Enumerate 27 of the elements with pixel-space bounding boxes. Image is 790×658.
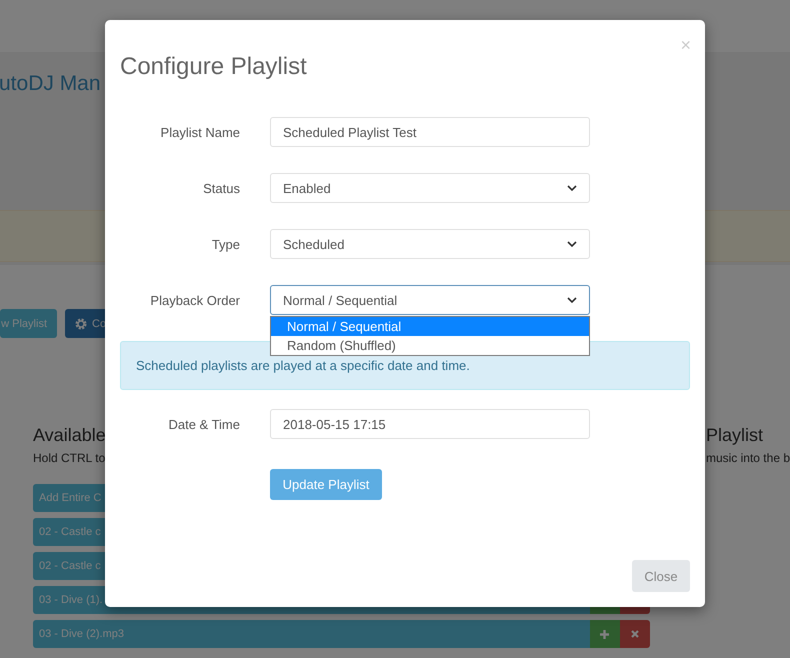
modal-title: Configure Playlist (120, 52, 308, 81)
chevron-icon (567, 185, 577, 191)
dropdown-option[interactable]: Normal / Sequential (271, 317, 589, 336)
field-label: Date & Time (167, 416, 240, 432)
select-field[interactable]: Enabled (270, 173, 590, 203)
update-button[interactable]: Update Playlist (270, 469, 382, 500)
field-label: Playback Order (149, 292, 240, 308)
plus-icon (600, 630, 610, 638)
chevron-icon (567, 297, 577, 303)
field-label: Playlist Name (160, 124, 240, 140)
text-field[interactable]: Scheduled Playlist Test (270, 117, 590, 147)
date-field[interactable]: 2018-05-15 17:15 (270, 409, 590, 439)
field-label: Status (202, 180, 240, 196)
page-title: utoDJ Man (0, 71, 101, 97)
remove-button[interactable] (620, 620, 650, 648)
select-field[interactable]: Normal / Sequential (270, 285, 590, 315)
section-heading: Available (33, 424, 106, 446)
hint-text: music into the b (706, 451, 790, 467)
gear-icon (75, 318, 87, 330)
section-heading: Playlist (706, 424, 763, 446)
chevron-icon (567, 241, 577, 247)
hint-text: Hold CTRL to (33, 451, 106, 467)
close-icon (630, 630, 639, 638)
close-button[interactable]: Close (632, 560, 690, 592)
field-label: Type (210, 236, 240, 252)
select-field[interactable]: Scheduled (270, 229, 590, 259)
add-button[interactable] (590, 620, 620, 648)
